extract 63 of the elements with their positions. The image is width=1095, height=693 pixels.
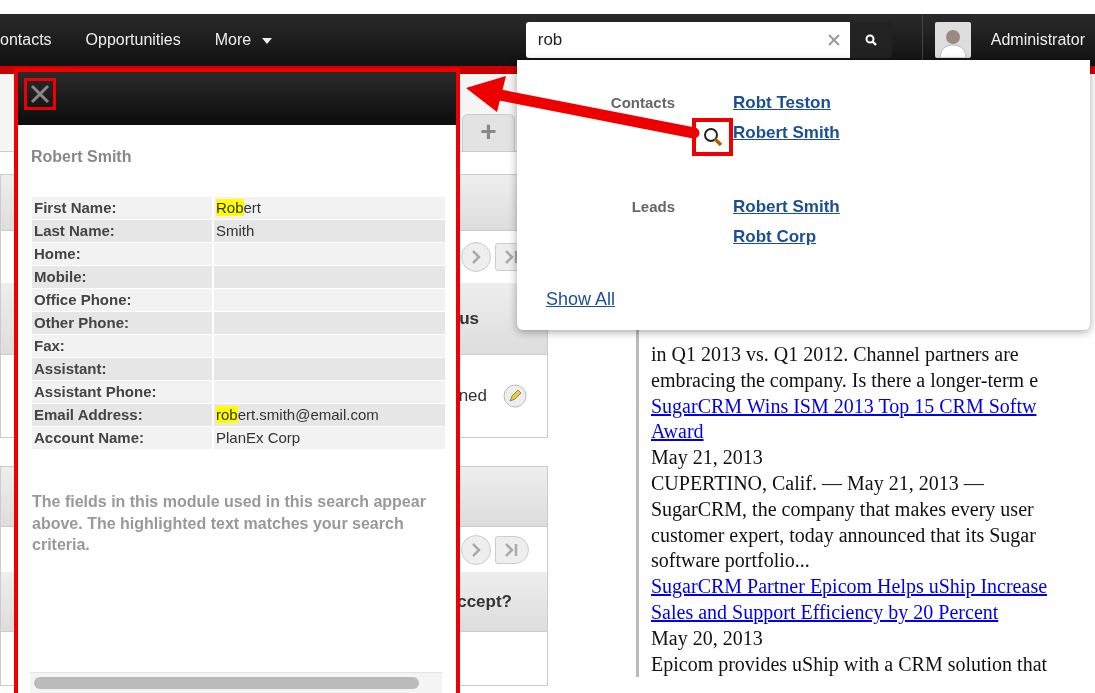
next-page-button[interactable] [461, 534, 491, 565]
horizontal-scrollbar[interactable] [30, 671, 442, 693]
news-text: customer expert, today announced that its Sugar [651, 522, 1036, 549]
news-text: embracing the company. Is there a longer-term e [651, 367, 1039, 394]
help-text: The fields in this module used in this search appear above. The highlighted text matches your search criteria. [32, 492, 427, 555]
column-header: us [459, 307, 480, 330]
field-label: Office Phone: [32, 289, 212, 311]
field-label: Account Name: [32, 427, 212, 449]
module-label: Contacts [609, 93, 675, 113]
news-link[interactable]: SugarCRM Wins ISM 2013 Top 15 CRM Softw [651, 393, 1037, 420]
news-link[interactable]: SugarCRM Partner Epicom Helps uShip Increase [651, 574, 1048, 600]
field-label: Home: [32, 243, 212, 265]
nav-item[interactable]: More [197, 28, 289, 52]
record-title: Robert Smith [31, 147, 133, 167]
field-label: Other Phone: [32, 312, 212, 334]
highlighted-match: Rob [216, 199, 244, 216]
nav-item[interactable]: ontacts [0, 28, 69, 52]
result-link[interactable]: Robert Smith [733, 192, 840, 222]
field-label: Assistant Phone: [32, 381, 212, 403]
clear-icon[interactable] [827, 34, 840, 46]
news-text: May 20, 2013 [651, 625, 763, 652]
column-header: ccept? [457, 590, 513, 613]
magnifier-icon[interactable] [702, 127, 723, 147]
news-text: May 21, 2013 [651, 445, 763, 471]
avatar-picture[interactable] [934, 22, 971, 58]
field-label: Last Name: [32, 220, 212, 242]
result-link[interactable]: Robert Smith [733, 118, 840, 156]
search-field[interactable]: rob [525, 22, 850, 58]
close-button[interactable] [24, 78, 56, 110]
news-text: Epicom provides uShip with a CRM solution that [651, 651, 1048, 678]
table-cell-text: ned [458, 385, 487, 408]
user-menu[interactable]: Administrator [970, 28, 1095, 52]
result-link[interactable]: Robt Corp [733, 222, 817, 252]
field-label: Fax: [32, 335, 212, 357]
news-text: SugarCRM, the company that makes every user [651, 496, 1034, 523]
news-text: CUPERTINO, Calif. — May 21, 2013 — [651, 471, 984, 497]
caret-icon [261, 37, 272, 44]
highlighted-match: rob [216, 406, 238, 423]
pencil-icon[interactable] [503, 384, 527, 408]
field-label: Mobile: [32, 266, 212, 288]
field-value: PlanEx Corp [214, 427, 445, 449]
news-text: in Q1 2013 vs. Q1 2012. Channel partners are [651, 342, 1019, 368]
result-link[interactable]: Robt Teston [733, 88, 831, 118]
close-icon [30, 84, 50, 104]
last-page-button[interactable] [495, 535, 529, 564]
chevron-icon [471, 542, 481, 557]
news-link[interactable]: Sales and Support Efficiency by 20 Percent [651, 599, 999, 626]
field-label: First Name: [32, 197, 212, 219]
next-page-button[interactable] [461, 242, 491, 272]
news-text: software portfolio... [651, 548, 810, 574]
search-icon [864, 34, 877, 46]
nav-item[interactable]: Opportunities [68, 28, 198, 52]
field-value: robert.smith@email.com [214, 404, 445, 426]
field-value: Robert [214, 197, 445, 219]
show-all-link[interactable]: Show All [546, 286, 616, 313]
module-label: Leads [630, 197, 675, 217]
last-page-icon [504, 542, 520, 557]
field-value: Smith [214, 220, 445, 242]
field-label: Assistant: [32, 358, 212, 380]
field-label: Email Address: [32, 404, 212, 426]
news-link[interactable]: Award [651, 419, 704, 446]
search-button[interactable] [849, 22, 892, 58]
chevron-icon [471, 250, 481, 264]
